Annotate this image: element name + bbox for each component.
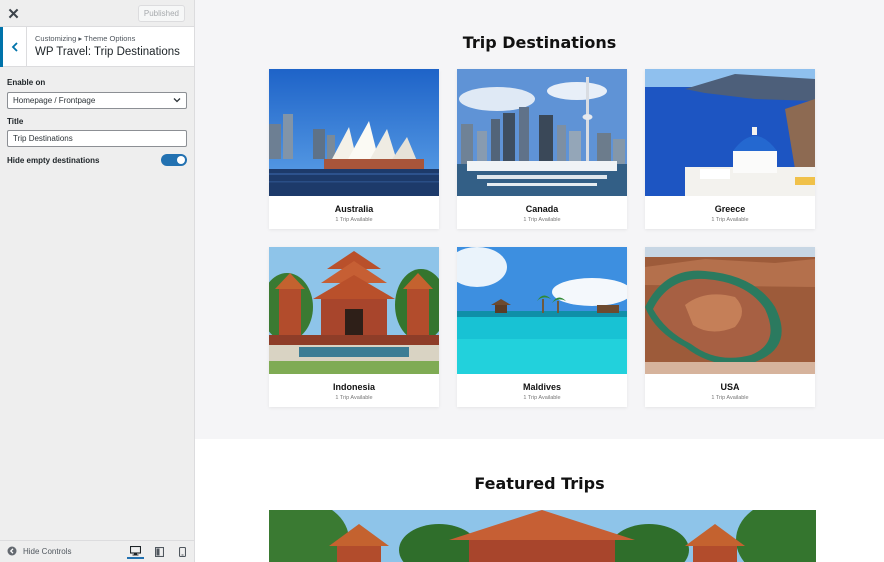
destination-image [457, 69, 627, 196]
destination-name: Australia [334, 204, 374, 214]
enable-on-control: Enable on Homepage / Frontpage [7, 78, 187, 109]
title-input[interactable]: Trip Destinations [7, 130, 187, 147]
desktop-preview-button[interactable] [127, 544, 144, 559]
tablet-icon [155, 546, 164, 557]
hide-empty-control: Hide empty destinations [7, 154, 187, 166]
destination-trip-count: 1 Trip Available [523, 217, 561, 223]
tablet-preview-button[interactable] [151, 544, 168, 559]
featured-trip-image[interactable] [269, 510, 816, 562]
back-button[interactable] [0, 27, 27, 67]
destination-name: Greece [714, 204, 746, 214]
collapse-icon [7, 546, 17, 556]
close-customizer-button[interactable]: ✕ [0, 0, 27, 27]
breadcrumb: Customizing ▸ Theme Options [35, 34, 136, 43]
toggle-knob [177, 156, 185, 164]
title-control: Title Trip Destinations [7, 117, 187, 147]
enable-on-select[interactable]: Homepage / Frontpage [7, 92, 187, 109]
destination-name: Indonesia [332, 382, 375, 392]
section-title: WP Travel: Trip Destinations [35, 46, 180, 58]
destination-card-indonesia[interactable]: Indonesia 1 Trip Available [269, 247, 439, 407]
close-icon: ✕ [7, 5, 20, 23]
destination-name: Canada [525, 204, 559, 214]
destination-name: USA [720, 382, 740, 392]
destination-card-canada[interactable]: Canada 1 Trip Available [457, 69, 627, 229]
site-preview: Trip Destinations Australia 1 Trip Avail… [195, 0, 884, 562]
hide-controls-label: Hide Controls [23, 546, 72, 556]
destinations-heading: Trip Destinations [462, 33, 617, 52]
customizer-sidebar: ✕ Published Customizing ▸ Theme Options … [0, 0, 195, 562]
destination-trip-count: 1 Trip Available [335, 395, 373, 401]
destination-trip-count: 1 Trip Available [335, 217, 373, 223]
destination-image [645, 247, 815, 374]
mobile-icon [179, 546, 186, 557]
enable-on-value: Homepage / Frontpage [13, 96, 96, 105]
hide-empty-label: Hide empty destinations [7, 155, 100, 165]
destination-trip-count: 1 Trip Available [711, 217, 749, 223]
enable-on-label: Enable on [7, 78, 46, 87]
destination-image [457, 247, 627, 374]
destination-image [645, 69, 815, 196]
destination-trip-count: 1 Trip Available [523, 395, 561, 401]
destination-image [269, 69, 439, 196]
featured-heading: Featured Trips [474, 474, 605, 493]
desktop-icon [130, 545, 141, 555]
hide-empty-toggle[interactable] [161, 154, 187, 166]
destination-card-usa[interactable]: USA 1 Trip Available [645, 247, 815, 407]
chevron-down-icon [173, 98, 181, 103]
destinations-section: Trip Destinations Australia 1 Trip Avail… [195, 0, 884, 439]
destination-image [269, 247, 439, 374]
section-header: Customizing ▸ Theme Options WP Travel: T… [0, 27, 194, 67]
publish-button[interactable]: Published [137, 5, 185, 22]
destination-card-australia[interactable]: Australia 1 Trip Available [269, 69, 439, 229]
customizer-header: ✕ Published [0, 0, 194, 27]
destination-card-greece[interactable]: Greece 1 Trip Available [645, 69, 815, 229]
title-label: Title [7, 117, 24, 126]
destination-trip-count: 1 Trip Available [711, 395, 749, 401]
customizer-footer: Hide Controls [0, 540, 194, 562]
destination-name: Maldives [522, 382, 562, 392]
destination-card-maldives[interactable]: Maldives 1 Trip Available [457, 247, 627, 407]
mobile-preview-button[interactable] [174, 544, 191, 559]
hide-controls-button[interactable]: Hide Controls [7, 546, 71, 556]
chevron-left-icon [11, 42, 18, 52]
